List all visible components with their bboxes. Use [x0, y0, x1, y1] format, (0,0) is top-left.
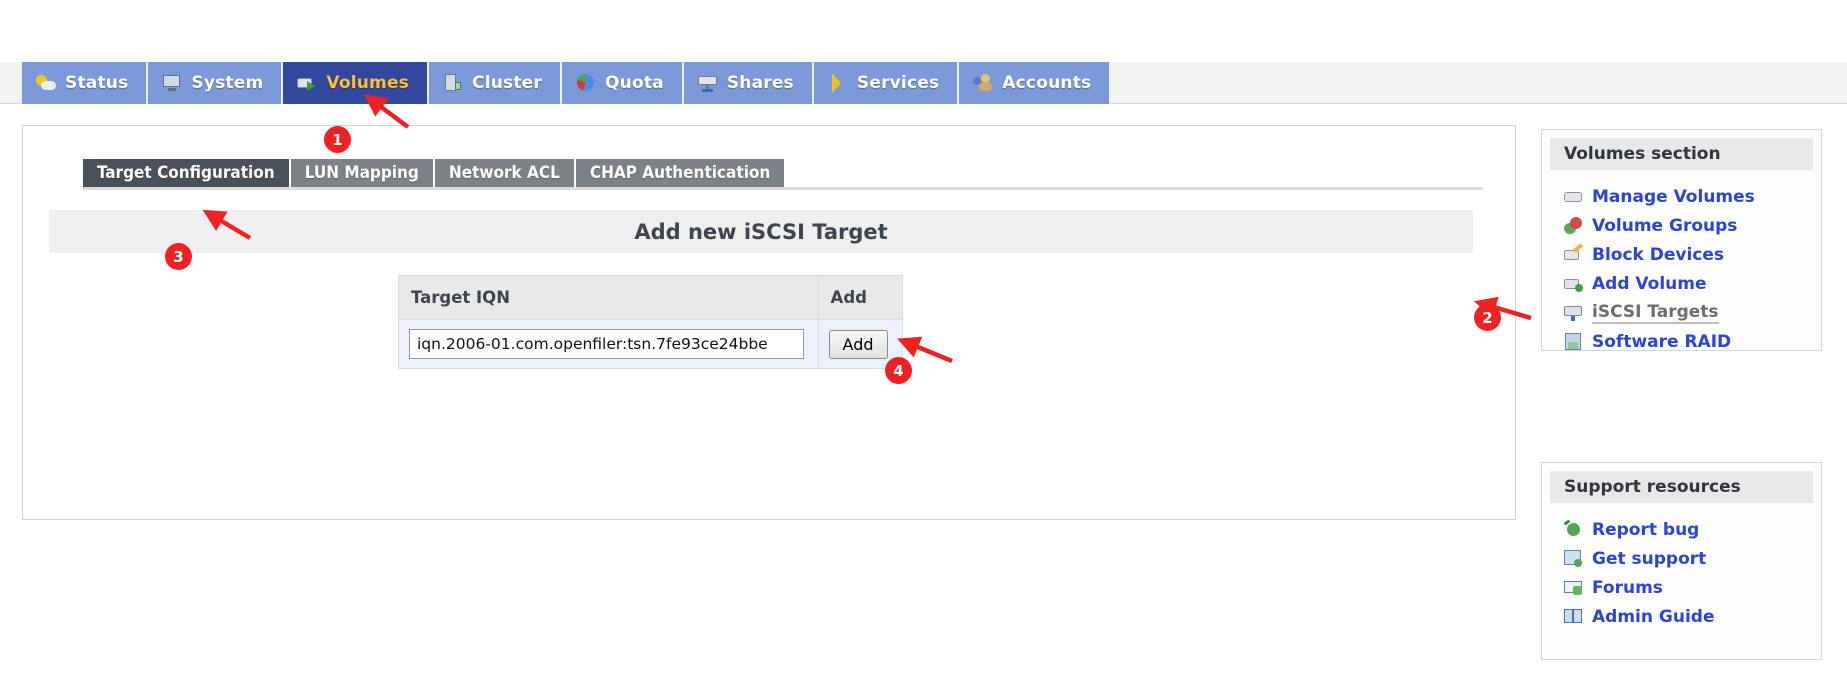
lifesaver-icon — [1564, 549, 1583, 568]
annotation-marker-3: 3 — [165, 243, 192, 270]
sidebar-item-report-bug[interactable]: Report bug — [1542, 515, 1821, 544]
table-header-row: Target IQN Add — [398, 275, 904, 320]
sidebar-item-label: Add Volume — [1592, 273, 1707, 294]
column-header-target-iqn: Target IQN — [398, 275, 819, 320]
subtab-network-acl[interactable]: Network ACL — [434, 159, 574, 187]
subtab-lun-mapping[interactable]: LUN Mapping — [290, 159, 433, 187]
sidebar-item-label: Forums — [1592, 577, 1663, 598]
disk-pencil-icon — [1564, 243, 1584, 264]
weather-sun-cloud-icon — [36, 73, 56, 93]
envelope-icon — [1564, 578, 1583, 597]
add-target-table: Target IQN Add Add — [398, 275, 904, 369]
subtab-divider — [83, 187, 1483, 190]
sidebar-item-label: Manage Volumes — [1592, 186, 1755, 207]
main-content-panel: Target Configuration LUN Mapping Network A… — [22, 125, 1516, 520]
sidebar-item-label: Software RAID — [1592, 331, 1732, 352]
nav-tab-strip: Status System Volumes Cluster Quota Shares Ser… — [22, 62, 1110, 104]
page-root: Status System Volumes Cluster Quota Shares Ser… — [0, 0, 1847, 682]
nav-tab-label: Quota — [604, 73, 664, 93]
server-stack-icon — [443, 73, 463, 93]
volumes-section-list: Manage Volumes Volume Groups Block Devices… — [1542, 182, 1821, 356]
nav-tab-cluster[interactable]: Cluster — [429, 62, 560, 104]
sidebar-item-get-support[interactable]: Get support — [1542, 544, 1821, 573]
nav-tab-label: Accounts — [1002, 73, 1092, 93]
add-button[interactable]: Add — [828, 329, 888, 359]
nav-tab-accounts[interactable]: Accounts — [959, 62, 1110, 104]
disks-group-icon — [1564, 216, 1583, 235]
nav-tab-label: Cluster — [472, 73, 542, 93]
book-icon — [1564, 607, 1583, 626]
nav-tab-label: Shares — [726, 73, 794, 93]
sidebar-item-label: Report bug — [1592, 519, 1700, 540]
sidebar-item-manage-volumes[interactable]: Manage Volumes — [1542, 182, 1821, 211]
support-resources-box: Support resources Report bug Get support F… — [1541, 462, 1822, 660]
sidebar-item-add-volume[interactable]: Add Volume — [1542, 269, 1821, 298]
nav-tab-services[interactable]: Services — [813, 62, 958, 104]
subtab-chap-authentication[interactable]: CHAP Authentication — [575, 159, 785, 187]
users-icon — [973, 73, 993, 93]
lightning-bolt-icon — [828, 73, 848, 93]
column-header-add: Add — [817, 275, 904, 320]
sidebar-item-label: iSCSI Targets — [1592, 301, 1719, 324]
sidebar-item-label: Admin Guide — [1592, 606, 1715, 627]
volumes-section-box: Volumes section Manage Volumes Volume Gro… — [1541, 129, 1822, 352]
sidebar-item-label: Volume Groups — [1592, 215, 1738, 236]
target-iqn-input[interactable] — [409, 329, 804, 359]
sidebar-item-label: Block Devices — [1592, 244, 1725, 265]
sidebar-item-label: Get support — [1592, 548, 1707, 569]
main-navigation-bar: Status System Volumes Cluster Quota Shares Ser… — [0, 62, 1847, 104]
pie-chart-icon — [576, 73, 596, 93]
support-resources-list: Report bug Get support Forums Admin Guide — [1542, 515, 1821, 631]
hard-drive-icon — [1564, 187, 1583, 206]
disk-arrow-icon — [297, 73, 317, 93]
bug-icon — [1563, 519, 1583, 539]
network-drive-icon — [697, 73, 718, 93]
table-row: Add — [398, 319, 904, 369]
annotation-marker-2: 2 — [1474, 304, 1501, 331]
nav-tab-label: System — [191, 73, 264, 93]
support-resources-title: Support resources — [1550, 471, 1813, 503]
sidebar-item-iscsi-targets[interactable]: iSCSI Targets — [1542, 298, 1821, 327]
iscsi-subtab-strip: Target Configuration LUN Mapping Network A… — [83, 159, 785, 187]
sidebar-item-volume-groups[interactable]: Volume Groups — [1542, 211, 1821, 240]
annotation-marker-1: 1 — [324, 126, 351, 153]
nav-tab-label: Services — [856, 73, 940, 93]
page-title: Add new iSCSI Target — [49, 210, 1473, 253]
nav-tab-system[interactable]: System — [148, 62, 282, 104]
cell-target-iqn — [398, 319, 819, 369]
raid-disk-icon — [1564, 332, 1583, 351]
subtab-target-configuration[interactable]: Target Configuration — [83, 159, 289, 187]
nav-tab-shares[interactable]: Shares — [683, 62, 812, 104]
sidebar-item-block-devices[interactable]: Block Devices — [1542, 240, 1821, 269]
nav-tab-label: Volumes — [326, 73, 410, 93]
disk-plus-icon — [1564, 274, 1583, 293]
iscsi-target-icon — [1564, 303, 1583, 322]
nav-tab-quota[interactable]: Quota — [561, 62, 682, 104]
volumes-section-title: Volumes section — [1550, 138, 1813, 170]
monitor-icon — [162, 73, 182, 93]
sidebar-item-software-raid[interactable]: Software RAID — [1542, 327, 1821, 356]
sidebar-item-forums[interactable]: Forums — [1542, 573, 1821, 602]
nav-tab-volumes[interactable]: Volumes — [283, 62, 428, 104]
annotation-marker-4: 4 — [885, 357, 912, 384]
nav-tab-label: Status — [65, 73, 129, 93]
sidebar-item-admin-guide[interactable]: Admin Guide — [1542, 602, 1821, 631]
nav-tab-status[interactable]: Status — [22, 62, 147, 104]
